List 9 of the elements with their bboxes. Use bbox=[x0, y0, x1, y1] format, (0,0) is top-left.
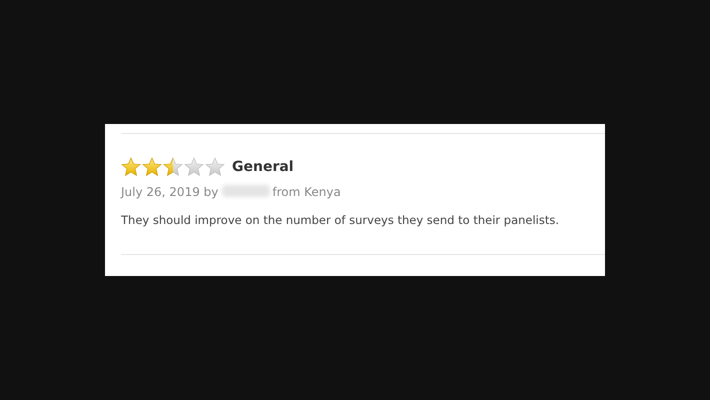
review-text: They should improve on the number of surveys they send to their panelists. bbox=[121, 213, 560, 229]
star-icon bbox=[142, 157, 162, 177]
star-icon bbox=[163, 157, 183, 177]
reviewer-location: from Kenya bbox=[272, 185, 341, 199]
star-icon bbox=[205, 157, 225, 177]
star-icon bbox=[184, 157, 204, 177]
review-date: July 26, 2019 by bbox=[121, 185, 218, 199]
review-title: General bbox=[232, 159, 294, 175]
star-icon bbox=[121, 157, 141, 177]
